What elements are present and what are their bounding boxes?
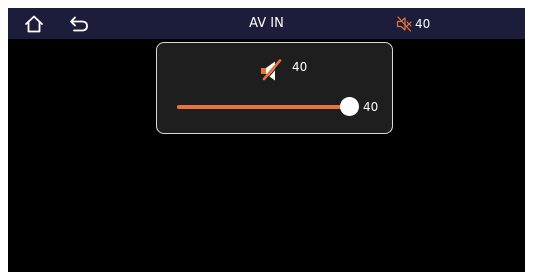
mute-toggle[interactable] [256, 57, 286, 85]
speaker-muted-icon [261, 59, 282, 81]
slider-value: 40 [363, 100, 379, 114]
slider-thumb[interactable] [340, 97, 359, 116]
screen: AV IN 40 40 40 [8, 8, 525, 272]
volume-popup: 40 40 [156, 42, 393, 134]
volume-status-value: 40 [415, 17, 431, 31]
top-bar: AV IN 40 [8, 8, 525, 39]
volume-value: 40 [292, 60, 308, 74]
slider-fill [177, 105, 349, 109]
volume-status[interactable]: 40 [395, 15, 430, 33]
speaker-muted-icon [396, 16, 412, 32]
home-icon [25, 15, 43, 33]
volume-slider[interactable] [177, 97, 359, 117]
back-button[interactable] [68, 14, 90, 34]
back-arrow-icon [70, 16, 88, 32]
home-button[interactable] [23, 14, 45, 34]
